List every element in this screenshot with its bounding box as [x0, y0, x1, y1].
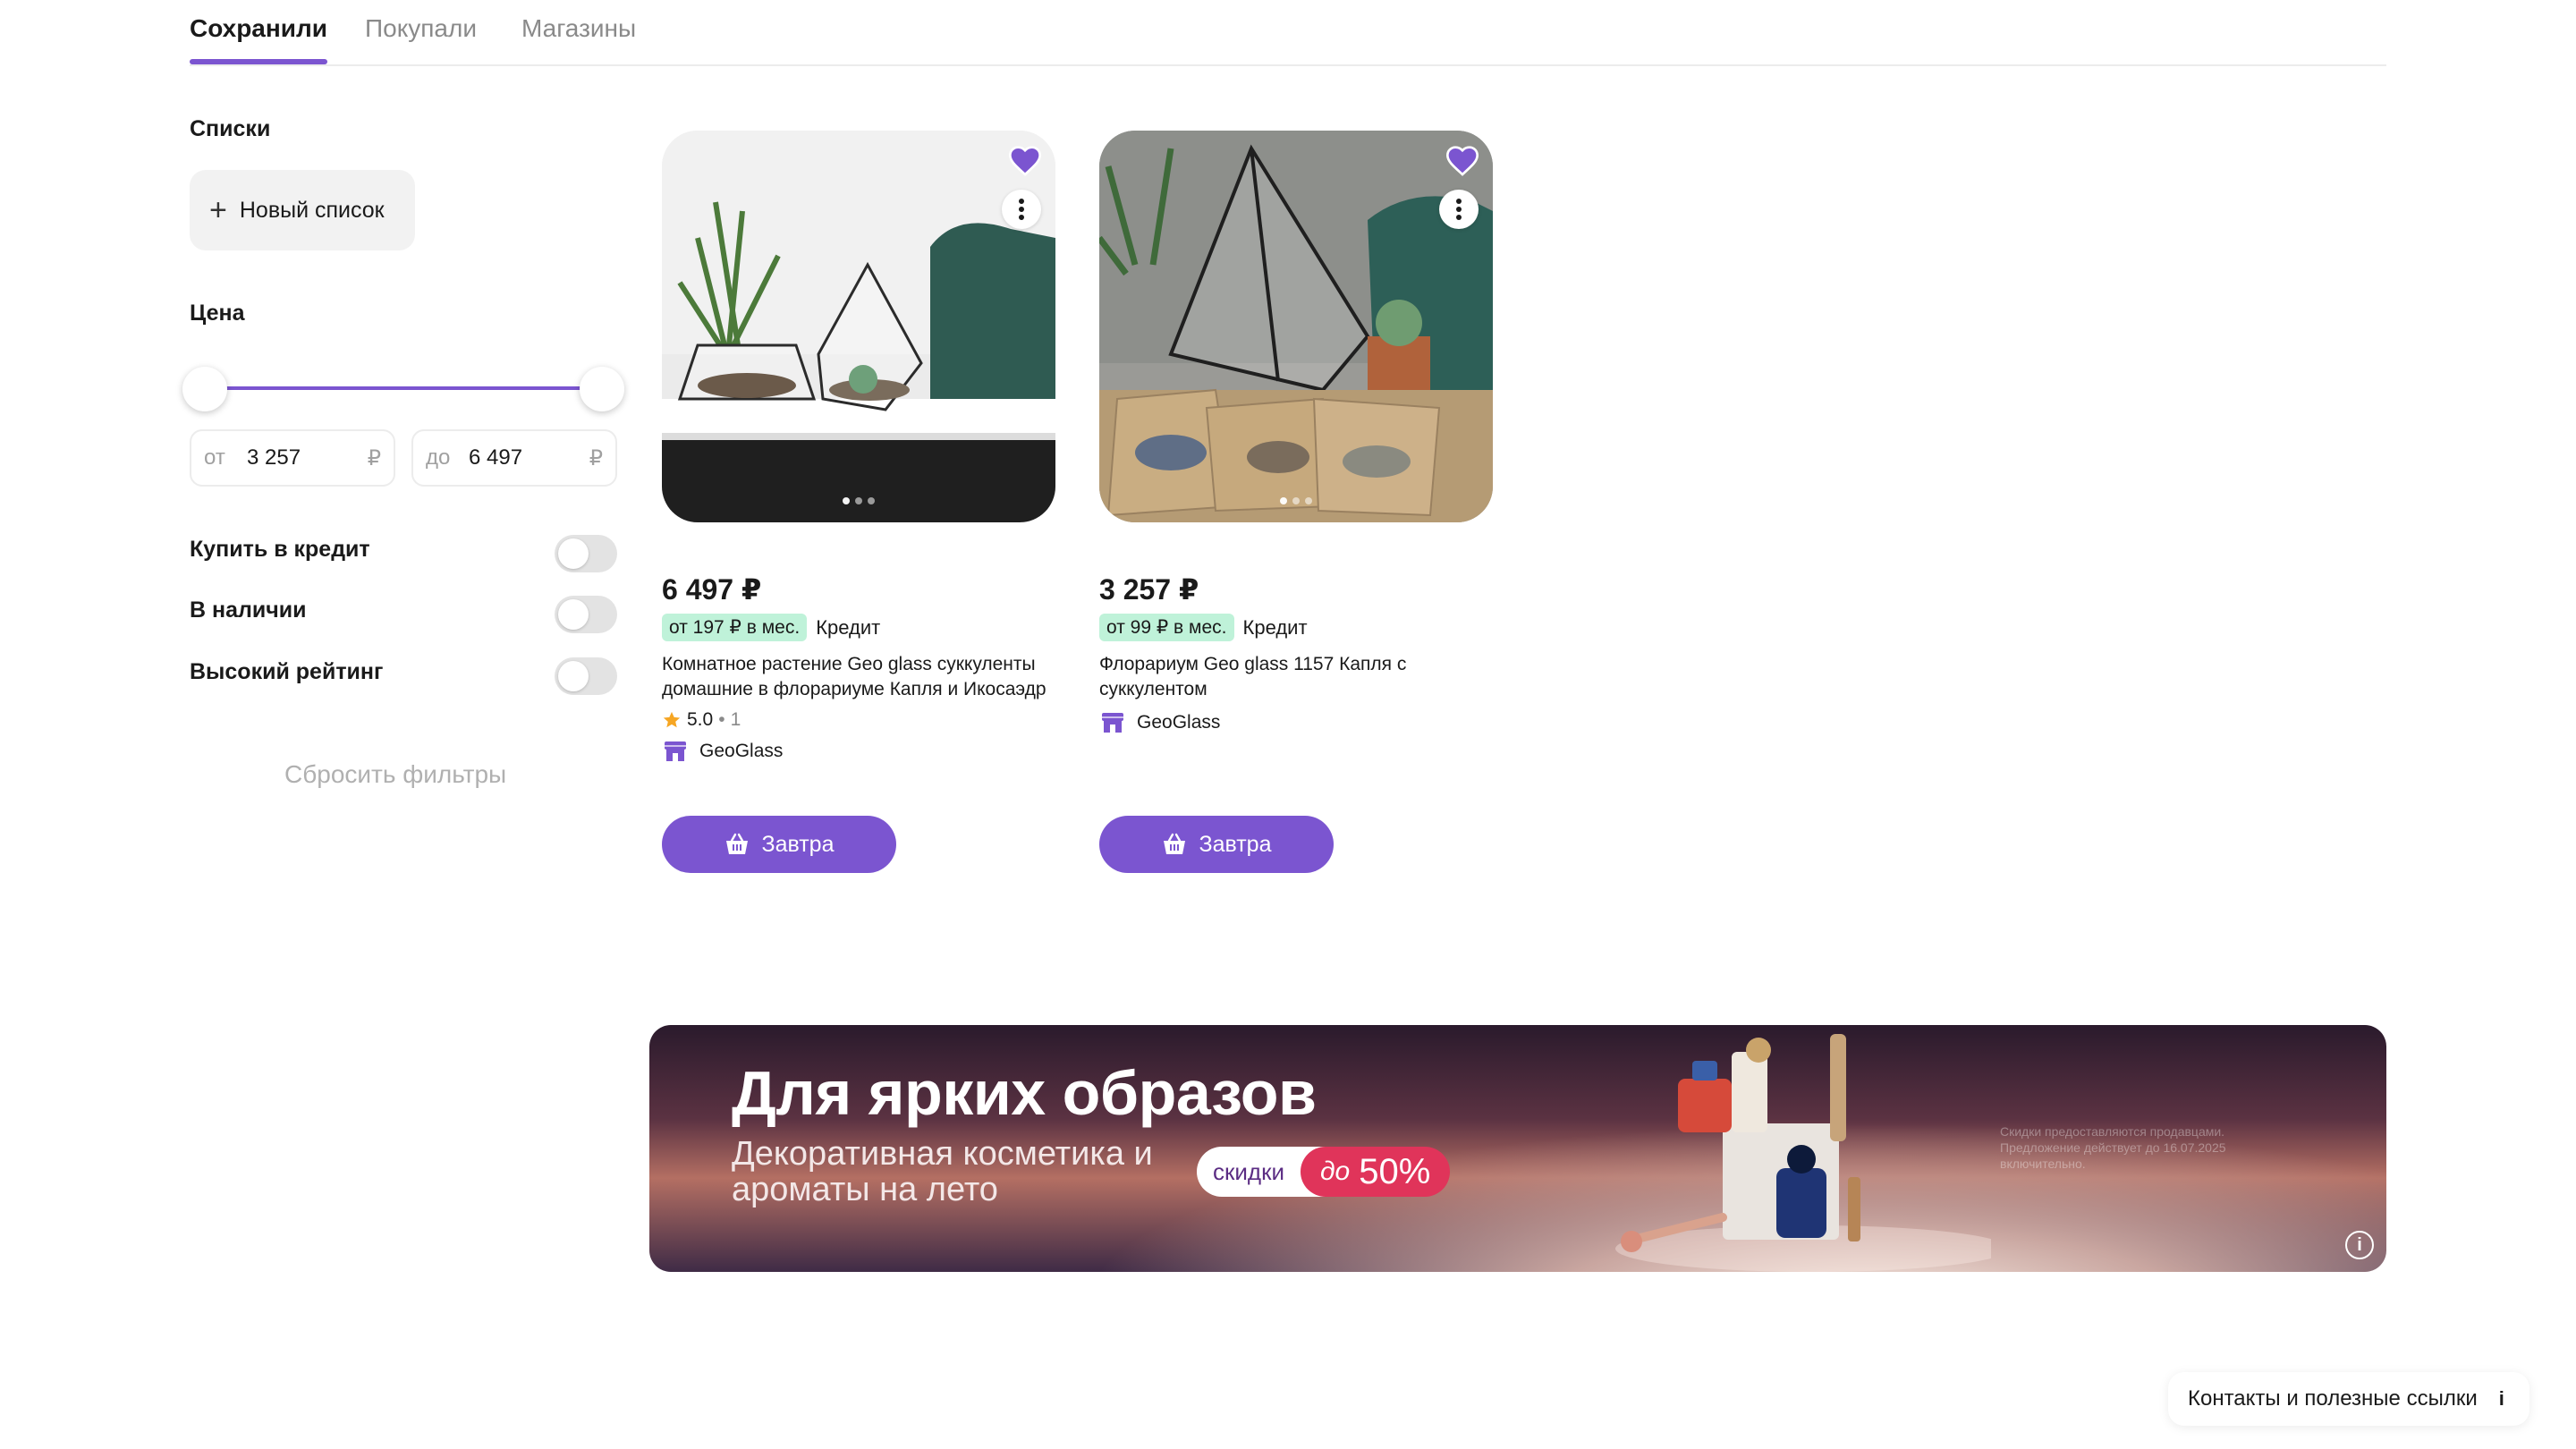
currency-symbol: ₽: [367, 445, 381, 470]
price-to-prefix: до: [426, 445, 451, 470]
more-options-button[interactable]: [1439, 190, 1479, 229]
rating-count: 1: [730, 709, 741, 730]
tab-stores[interactable]: Магазины: [521, 14, 636, 43]
discount-badge: скидки до 50%: [1197, 1147, 1451, 1197]
product-title[interactable]: Флорариум Geo glass 1157 Капля с суккуле…: [1099, 652, 1493, 702]
store-icon: [1102, 713, 1123, 733]
vertical-dots-icon: [1456, 199, 1462, 220]
legal-disclaimer: Скидки предоставляются продавцами. Предл…: [2000, 1124, 2226, 1171]
price-max-handle[interactable]: [580, 367, 624, 411]
product-rating: 5.0 • 1: [662, 709, 1055, 731]
price-to-field[interactable]: до 6 497 ₽: [411, 429, 617, 487]
toggle-knob: [558, 661, 589, 691]
credit-label: Кредит: [816, 615, 881, 639]
star-icon: [663, 711, 681, 728]
credit-monthly-badge: от 99 ₽ в мес.: [1099, 614, 1234, 641]
credit-label: Кредит: [1242, 615, 1308, 639]
basket-icon: [725, 833, 748, 854]
in-stock-filter-label: В наличии: [190, 597, 307, 623]
price-range-track[interactable]: [204, 386, 601, 390]
info-icon: i: [2498, 1387, 2504, 1410]
rating-value: 5.0: [687, 709, 714, 730]
seller-link[interactable]: GeoGlass: [662, 738, 1055, 765]
lists-heading: Списки: [190, 116, 271, 141]
product-title[interactable]: Комнатное растение Geo glass суккуленты …: [662, 652, 1055, 702]
credit-filter-toggle[interactable]: [555, 535, 617, 572]
banner-subtitle: Декоративная косметика и ароматы на лето: [732, 1135, 1153, 1208]
toggle-knob: [558, 538, 589, 569]
info-icon[interactable]: i: [2345, 1231, 2374, 1259]
product-price: 3 257 ₽: [1099, 573, 1199, 606]
currency-symbol: ₽: [589, 445, 603, 470]
high-rating-filter-toggle[interactable]: [555, 657, 617, 695]
seller-name: GeoGlass: [1137, 712, 1221, 733]
favorite-heart-icon[interactable]: [1007, 143, 1043, 179]
terrarium-photo: [662, 131, 1055, 522]
contacts-links-button[interactable]: Контакты и полезные ссылки i: [2168, 1372, 2529, 1426]
store-icon: [665, 741, 686, 761]
product-card[interactable]: 6 497 ₽ от 197 ₽ в мес. Кредит Комнатное…: [662, 131, 1055, 765]
credit-monthly-badge: от 197 ₽ в мес.: [662, 614, 808, 641]
active-tab-indicator: [190, 59, 327, 64]
cosmetics-illustration: [1615, 1034, 1991, 1272]
banner-title: Для ярких образов: [732, 1058, 1317, 1128]
basket-icon: [1163, 833, 1185, 854]
promo-banner[interactable]: Для ярких образов Декоративная косметика…: [649, 1025, 2386, 1272]
vertical-dots-icon: [1019, 199, 1024, 220]
seller-name: GeoGlass: [699, 741, 784, 761]
price-from-prefix: от: [204, 445, 225, 470]
price-heading: Цена: [190, 301, 245, 326]
price-from-field[interactable]: от 3 257 ₽: [190, 429, 395, 487]
seller-link[interactable]: GeoGlass: [1099, 709, 1493, 736]
image-carousel-dots: [1280, 497, 1312, 504]
product-price: 6 497 ₽: [662, 573, 762, 606]
add-to-cart-button[interactable]: Завтра: [662, 816, 896, 873]
discount-value: 50%: [1359, 1151, 1431, 1191]
product-card[interactable]: 3 257 ₽ от 99 ₽ в мес. Кредит Флорариум …: [1099, 131, 1493, 736]
plus-icon: +: [209, 193, 227, 227]
terrarium-photo: [1099, 131, 1493, 522]
new-list-button[interactable]: + Новый список: [190, 170, 415, 250]
price-min-handle[interactable]: [182, 367, 227, 411]
price-from-value: 3 257: [247, 445, 301, 470]
price-to-value: 6 497: [469, 445, 523, 470]
contacts-label: Контакты и полезные ссылки: [2188, 1386, 2478, 1411]
delivery-label: Завтра: [1199, 831, 1272, 857]
in-stock-filter-toggle[interactable]: [555, 596, 617, 633]
add-to-cart-button[interactable]: Завтра: [1099, 816, 1334, 873]
credit-filter-label: Купить в кредит: [190, 537, 370, 562]
delivery-label: Завтра: [761, 831, 835, 857]
tab-purchased[interactable]: Покупали: [365, 14, 477, 43]
tabs-bar: Сохранили Покупали Магазины: [190, 0, 2386, 66]
toggle-knob: [558, 599, 589, 630]
reset-filters-button[interactable]: Сбросить фильтры: [284, 760, 506, 789]
favorite-heart-icon[interactable]: [1445, 143, 1480, 179]
product-image[interactable]: [1099, 131, 1493, 522]
discount-prefix: до: [1319, 1157, 1351, 1186]
product-image[interactable]: [662, 131, 1055, 522]
tab-saved[interactable]: Сохранили: [190, 14, 327, 43]
more-options-button[interactable]: [1002, 190, 1041, 229]
high-rating-filter-label: Высокий рейтинг: [190, 659, 384, 684]
image-carousel-dots: [843, 497, 875, 504]
new-list-label: Новый список: [239, 197, 385, 223]
